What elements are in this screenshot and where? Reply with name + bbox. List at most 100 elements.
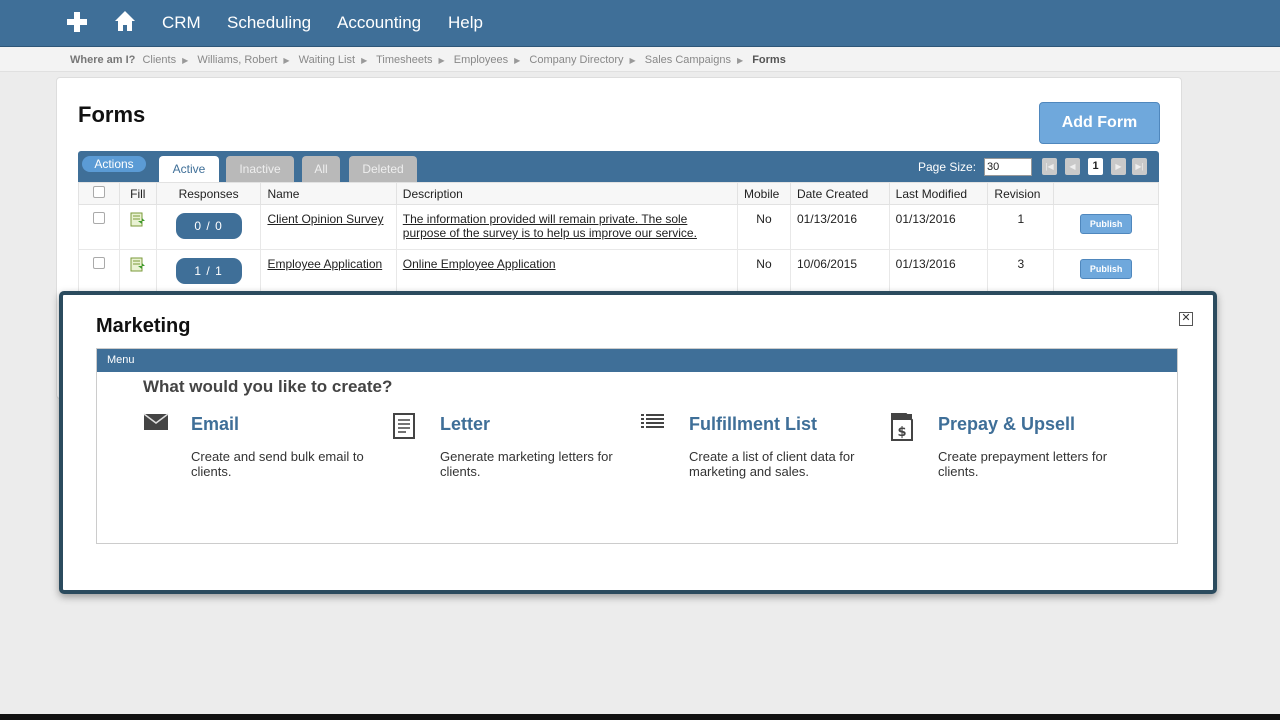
letter-icon xyxy=(392,413,416,444)
current-page[interactable]: 1 xyxy=(1088,158,1103,175)
forms-tab-bar: Actions Active Inactive All Deleted Page… xyxy=(78,151,1159,182)
option-title[interactable]: Letter xyxy=(440,414,490,435)
list-icon xyxy=(641,413,665,434)
breadcrumb-arrow-icon: ▶ xyxy=(736,56,744,65)
breadcrumb-item[interactable]: Timesheets xyxy=(376,54,432,66)
home-icon[interactable] xyxy=(114,10,136,37)
row-checkbox[interactable] xyxy=(92,257,105,269)
fill-form-icon[interactable] xyxy=(130,257,146,276)
responses-pill[interactable]: 0 / 0 xyxy=(175,213,242,239)
date-created-cell: 01/13/2016 xyxy=(789,204,890,250)
name-cell: Client Opinion Survey xyxy=(260,204,397,250)
plus-icon[interactable] xyxy=(66,11,88,38)
column-header-action xyxy=(1053,182,1159,205)
fill-form-icon[interactable] xyxy=(130,212,146,231)
fill-cell xyxy=(118,249,157,295)
breadcrumb-current: Forms xyxy=(752,54,786,66)
form-description-link[interactable]: Online Employee Application xyxy=(403,257,556,271)
option-title[interactable]: Email xyxy=(191,414,239,435)
breadcrumb-arrow-icon: ▶ xyxy=(438,56,445,65)
menu-question: What would you like to create? xyxy=(143,377,393,396)
responses-cell: 1 / 1 xyxy=(155,249,262,295)
description-cell: Online Employee Application xyxy=(395,249,739,295)
column-header: Date Created xyxy=(789,182,890,205)
column-header: Revision xyxy=(987,182,1055,205)
column-header: Fill xyxy=(118,182,157,205)
description-cell: The information provided will remain pri… xyxy=(395,204,739,250)
publish-button[interactable]: Publish xyxy=(1080,214,1133,234)
tab-active[interactable]: Active xyxy=(159,156,219,182)
option-description: Generate marketing letters for clients. xyxy=(440,449,613,479)
nav-help[interactable]: Help xyxy=(448,13,483,33)
page-title: Forms xyxy=(78,102,146,127)
breadcrumb-item[interactable]: Williams, Robert xyxy=(197,54,277,66)
select-all-checkbox[interactable] xyxy=(92,186,105,198)
nav-crm[interactable]: CRM xyxy=(162,13,201,33)
name-cell: Employee Application xyxy=(260,249,397,295)
select-all-header xyxy=(78,182,120,205)
column-header: Name xyxy=(260,182,397,205)
nav-scheduling[interactable]: Scheduling xyxy=(227,13,311,33)
page-size-input[interactable]: 30 xyxy=(984,158,1032,176)
form-description-link[interactable]: The information provided will remain pri… xyxy=(403,212,697,240)
breadcrumb-arrow-icon: ▶ xyxy=(283,56,290,65)
column-header: Responses xyxy=(155,182,262,205)
last-modified-cell: 01/13/2016 xyxy=(888,204,989,250)
menu-header: Menu xyxy=(97,349,1177,372)
row-checkbox[interactable] xyxy=(92,212,105,224)
close-icon[interactable]: ✕ xyxy=(1179,312,1193,326)
table-row: 0 / 0 Client Opinion Survey The informat… xyxy=(78,204,1159,250)
fill-cell xyxy=(118,204,157,250)
top-nav-bar: CRM Scheduling Accounting Help xyxy=(0,0,1280,47)
breadcrumb-label: Where am I? xyxy=(70,54,136,66)
option-title[interactable]: Fulfillment List xyxy=(689,414,817,435)
nav-accounting[interactable]: Accounting xyxy=(337,13,421,33)
responses-pill[interactable]: 1 / 1 xyxy=(175,258,242,284)
breadcrumb-item[interactable]: Clients xyxy=(142,54,176,66)
last-modified-cell: 01/13/2016 xyxy=(888,249,989,295)
next-page-icon[interactable]: ▶ xyxy=(1111,158,1126,175)
option-description: Create prepayment letters for clients. xyxy=(938,449,1108,479)
row-select-cell xyxy=(78,249,120,295)
envelope-icon xyxy=(143,413,169,436)
marketing-modal: Marketing ✕ Menu What would you like to … xyxy=(59,291,1217,594)
publish-button[interactable]: Publish xyxy=(1080,259,1133,279)
breadcrumb-item[interactable]: Waiting List xyxy=(299,54,355,66)
svg-text:$: $ xyxy=(897,425,906,440)
prev-page-icon[interactable]: ◀ xyxy=(1065,158,1080,175)
tab-inactive[interactable]: Inactive xyxy=(226,156,294,182)
mobile-cell: No xyxy=(737,204,791,250)
breadcrumb-item[interactable]: Company Directory xyxy=(529,54,623,66)
breadcrumb-arrow-icon: ▶ xyxy=(514,56,521,65)
breadcrumb-item[interactable]: Employees xyxy=(454,54,508,66)
revision-cell: 1 xyxy=(987,204,1055,250)
column-header: Mobile xyxy=(737,182,791,205)
option-description: Create and send bulk email to clients. xyxy=(191,449,364,479)
marketing-menu: Menu What would you like to create? Emai… xyxy=(96,348,1178,544)
revision-cell: 3 xyxy=(987,249,1055,295)
action-cell: Publish xyxy=(1053,204,1159,250)
modal-title: Marketing xyxy=(96,315,191,337)
last-page-icon[interactable]: ▶| xyxy=(1132,158,1147,175)
bottom-edge xyxy=(0,714,1280,720)
option-description: Create a list of client data for marketi… xyxy=(689,449,855,479)
page-size-label: Page Size: xyxy=(918,160,977,174)
table-row: 1 / 1 Employee Application Online Employ… xyxy=(78,249,1159,295)
forms-table: Fill Responses Name Description Mobile D… xyxy=(78,182,1159,295)
tab-deleted[interactable]: Deleted xyxy=(349,156,417,182)
table-header-row: Fill Responses Name Description Mobile D… xyxy=(78,182,1159,205)
tab-all[interactable]: All xyxy=(302,156,340,182)
first-page-icon[interactable]: |◀ xyxy=(1042,158,1057,175)
form-name-link[interactable]: Employee Application xyxy=(267,257,382,271)
breadcrumb-item[interactable]: Sales Campaigns xyxy=(645,54,731,66)
responses-cell: 0 / 0 xyxy=(155,204,262,250)
mobile-cell: No xyxy=(737,249,791,295)
actions-button[interactable]: Actions xyxy=(82,156,146,172)
add-form-button[interactable]: Add Form xyxy=(1039,102,1160,144)
row-select-cell xyxy=(78,204,120,250)
date-created-cell: 10/06/2015 xyxy=(789,249,890,295)
form-name-link[interactable]: Client Opinion Survey xyxy=(267,212,383,226)
option-title[interactable]: Prepay & Upsell xyxy=(938,414,1075,435)
column-header: Description xyxy=(395,182,739,205)
breadcrumb-arrow-icon: ▶ xyxy=(361,56,368,65)
